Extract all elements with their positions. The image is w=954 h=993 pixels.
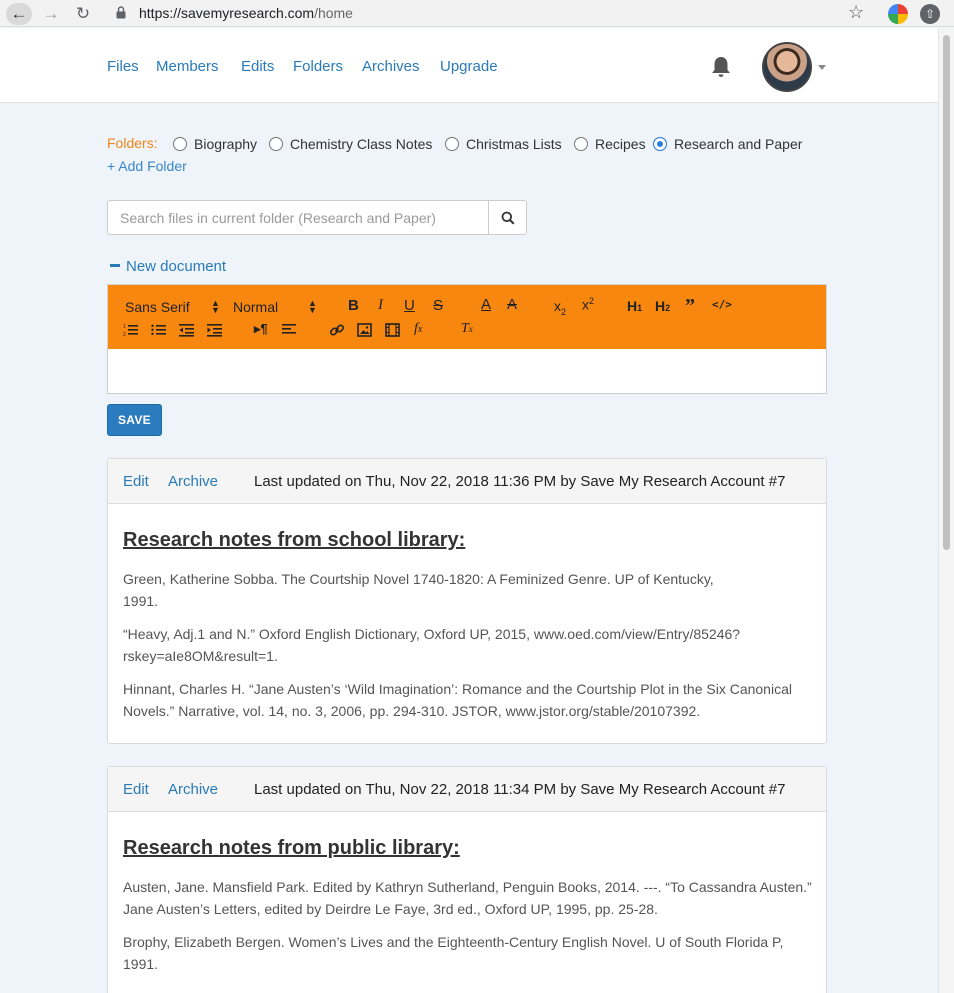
search-input[interactable]	[107, 200, 489, 235]
clear-formatting-icon[interactable]: Tx	[461, 321, 473, 337]
blockquote-icon[interactable]: ”	[685, 295, 695, 318]
new-document-toggle[interactable]: New document	[110, 258, 226, 275]
strikethrough-icon[interactable]: S	[433, 297, 443, 314]
folder-radio-biography[interactable]	[173, 137, 187, 151]
folder-label-christmas[interactable]: Christmas Lists	[466, 136, 562, 152]
font-select[interactable]: Sans Serif ▲ ▼	[125, 299, 220, 316]
lock-icon	[116, 6, 126, 19]
url-path: /home	[314, 5, 353, 21]
avatar[interactable]	[762, 42, 812, 92]
align-left-icon[interactable]	[282, 323, 298, 337]
edit-link[interactable]: Edit	[123, 781, 149, 798]
address-bar[interactable]: https://savemyresearch.com/home	[139, 5, 353, 21]
header-2-icon[interactable]: H2	[655, 298, 670, 314]
document-card: Edit Archive Last updated on Thu, Nov 22…	[107, 458, 827, 744]
folder-radio-recipes[interactable]	[574, 137, 588, 151]
folder-label-research[interactable]: Research and Paper	[674, 136, 802, 152]
size-select[interactable]: Normal ▲ ▼	[233, 299, 317, 316]
editor-content-area[interactable]	[107, 349, 827, 394]
folder-radio-research[interactable]	[653, 137, 667, 151]
bell-icon[interactable]	[710, 55, 732, 79]
document-paragraph: Austen, Jane. Mansfield Park. Edited by …	[123, 879, 812, 917]
archive-link[interactable]: Archive	[168, 781, 218, 798]
document-paragraph: Green, Katherine Sobba. The Courtship No…	[123, 571, 714, 609]
document-title: Research notes from public library:	[123, 837, 460, 859]
nav-folders[interactable]: Folders	[293, 58, 343, 75]
profile-extension-icon[interactable]: ⇧	[920, 4, 940, 24]
scrollbar-thumb[interactable]	[943, 35, 950, 550]
reload-icon[interactable]: ↻	[72, 3, 94, 25]
nav-edits[interactable]: Edits	[241, 58, 274, 75]
nav-archives[interactable]: Archives	[362, 58, 420, 75]
code-icon[interactable]: </>	[712, 298, 732, 311]
url-host: https://savemyresearch.com	[139, 5, 315, 21]
underline-icon[interactable]: U	[404, 297, 415, 314]
edit-link[interactable]: Edit	[123, 473, 149, 490]
outdent-icon[interactable]	[179, 323, 195, 337]
nav-files[interactable]: Files	[107, 58, 139, 75]
forward-icon[interactable]: →	[40, 3, 62, 25]
formula-icon[interactable]: fx	[414, 321, 422, 337]
link-icon[interactable]	[329, 322, 345, 338]
background-color-icon[interactable]: A	[507, 296, 517, 313]
search-button[interactable]	[488, 200, 527, 235]
video-icon[interactable]	[385, 323, 401, 337]
svg-text:2: 2	[123, 332, 126, 337]
search-icon	[501, 211, 515, 225]
extension-icon[interactable]	[888, 4, 908, 24]
folders-label: Folders:	[107, 135, 158, 151]
size-select-value: Normal	[233, 299, 279, 315]
select-arrows-icon: ▲ ▼	[211, 298, 220, 315]
document-card-header: Edit Archive Last updated on Thu, Nov 22…	[108, 459, 826, 504]
text-direction-icon[interactable]: ▸¶	[254, 321, 268, 337]
italic-icon[interactable]: I	[378, 297, 383, 314]
document-paragraph: Hinnant, Charles H. “Jane Austen’s ‘Wild…	[123, 681, 792, 719]
folder-label-chemistry[interactable]: Chemistry Class Notes	[290, 136, 432, 152]
folder-radio-chemistry[interactable]	[269, 137, 283, 151]
font-select-value: Sans Serif	[125, 299, 190, 315]
superscript-icon[interactable]: x2	[582, 296, 594, 313]
header-1-icon[interactable]: H1	[627, 298, 642, 314]
document-card-header: Edit Archive Last updated on Thu, Nov 22…	[108, 767, 826, 812]
folder-radio-christmas[interactable]	[445, 137, 459, 151]
top-navbar: Files Members Edits Folders Archives Upg…	[0, 28, 938, 103]
editor-toolbar: Sans Serif ▲ ▼ Normal ▲ ▼ B I U S A A x2 x…	[107, 284, 827, 350]
last-updated-text: Last updated on Thu, Nov 22, 2018 11:36 …	[254, 473, 786, 490]
bookmark-star-icon[interactable]: ☆	[848, 2, 864, 23]
last-updated-text: Last updated on Thu, Nov 22, 2018 11:34 …	[254, 781, 786, 798]
chevron-down-icon[interactable]	[818, 65, 826, 70]
nav-upgrade[interactable]: Upgrade	[440, 58, 498, 75]
indent-icon[interactable]	[207, 323, 223, 337]
select-arrows-icon: ▲ ▼	[308, 298, 317, 315]
page-scrollbar[interactable]	[938, 28, 954, 993]
folder-label-biography[interactable]: Biography	[194, 136, 257, 152]
save-button[interactable]: SAVE	[107, 404, 162, 436]
archive-link[interactable]: Archive	[168, 473, 218, 490]
document-paragraph: Brophy, Elizabeth Bergen. Women’s Lives …	[123, 934, 784, 972]
subscript-icon[interactable]: x2	[554, 298, 566, 317]
document-paragraph: “Heavy, Adj.1 and N.” Oxford English Dic…	[123, 626, 741, 664]
ordered-list-icon[interactable]: 12	[123, 323, 139, 337]
document-title: Research notes from school library:	[123, 529, 466, 551]
document-card: Edit Archive Last updated on Thu, Nov 22…	[107, 766, 827, 993]
add-folder-link[interactable]: + Add Folder	[107, 158, 187, 174]
bold-icon[interactable]: B	[348, 297, 359, 314]
browser-toolbar: ← → ↻ https://savemyresearch.com/home ☆ …	[0, 0, 954, 27]
back-icon[interactable]: ←	[6, 3, 32, 25]
font-color-icon[interactable]: A	[481, 296, 491, 313]
minus-icon	[110, 263, 120, 267]
nav-members[interactable]: Members	[156, 58, 219, 75]
image-icon[interactable]	[357, 323, 373, 337]
new-document-label: New document	[126, 258, 227, 275]
bullet-list-icon[interactable]	[151, 323, 167, 337]
folder-label-recipes[interactable]: Recipes	[595, 136, 646, 152]
svg-text:1: 1	[123, 324, 126, 330]
